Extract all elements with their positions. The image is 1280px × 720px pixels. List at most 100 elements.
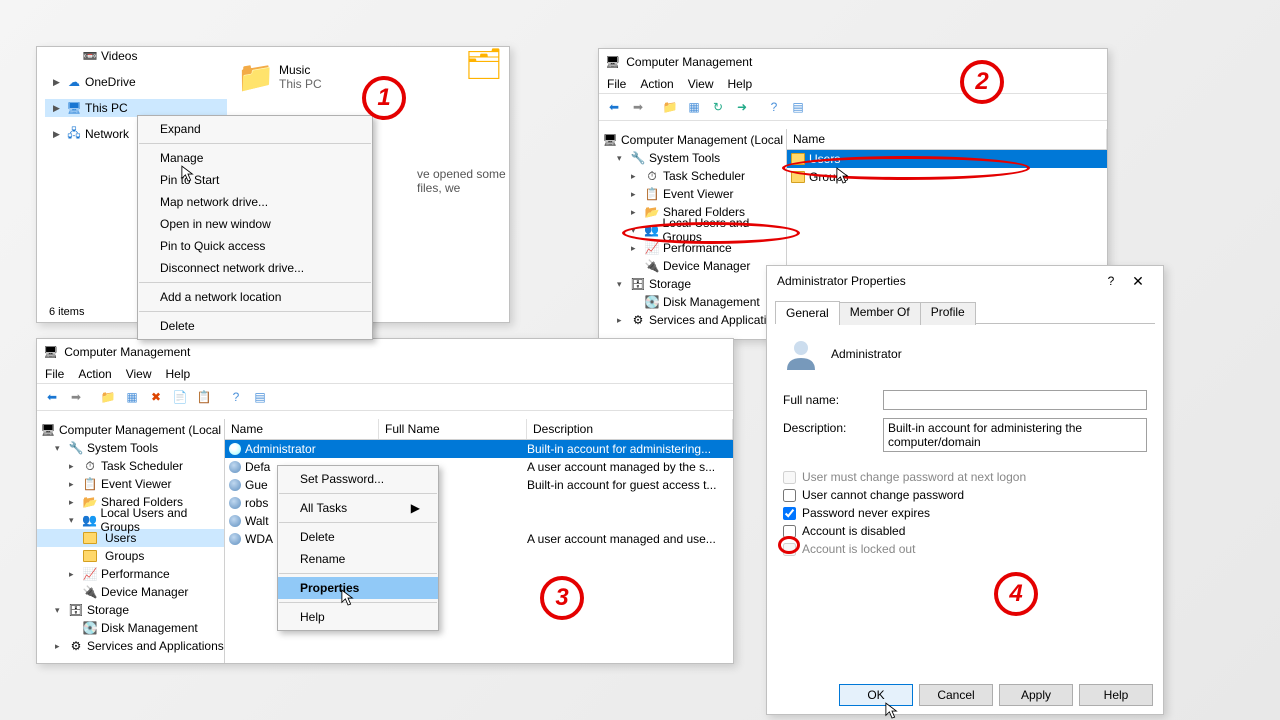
ctx-manage[interactable]: Manage: [138, 147, 372, 169]
menu-action[interactable]: Action: [640, 77, 673, 91]
tree-task-scheduler[interactable]: ▸⏱Task Scheduler: [37, 457, 224, 475]
toolbar-properties[interactable]: 📄: [169, 386, 191, 408]
tree-event-viewer[interactable]: ▸📋Event Viewer: [599, 185, 786, 203]
folder-icon: 🗂: [465, 47, 503, 82]
ctx-add-location[interactable]: Add a network location: [138, 286, 372, 308]
tree-label: This PC: [85, 101, 128, 115]
chk-account-disabled[interactable]: Account is disabled: [783, 524, 1147, 538]
tab-profile[interactable]: Profile: [920, 302, 976, 325]
user-name: Administrator: [831, 347, 902, 361]
tree-local-users[interactable]: ▾👥Local Users and Groups: [599, 221, 786, 239]
fullname-input[interactable]: [883, 390, 1147, 410]
ctx-expand[interactable]: Expand: [138, 118, 372, 140]
ctx-help[interactable]: Help: [278, 606, 438, 628]
tree-item-onedrive[interactable]: ▶ ☁ OneDrive: [45, 73, 227, 91]
status-bar-text: 6 items: [49, 306, 84, 318]
close-icon[interactable]: ✕: [1123, 273, 1153, 290]
tree-local-users[interactable]: ▾👥Local Users and Groups: [37, 511, 224, 529]
toolbar-help[interactable]: ?: [225, 386, 247, 408]
ctx-pin-start[interactable]: Pin to Start: [138, 169, 372, 191]
tree-disk-mgmt[interactable]: 💽Disk Management: [37, 619, 224, 637]
tree-system-tools[interactable]: ▾🔧System Tools: [599, 149, 786, 167]
ctx-map-drive[interactable]: Map network drive...: [138, 191, 372, 213]
toolbar-view-mode[interactable]: ▤: [249, 386, 271, 408]
toolbar-refresh[interactable]: ↻: [707, 96, 729, 118]
list-row-groups[interactable]: Groups: [787, 168, 1107, 186]
toolbar-refresh[interactable]: 📋: [193, 386, 215, 408]
chk-cannot-change[interactable]: User cannot change password: [783, 488, 1147, 502]
tree-performance[interactable]: ▸📈Performance: [37, 565, 224, 583]
toolbar-show-hide[interactable]: ▦: [683, 96, 705, 118]
toolbar-help[interactable]: ?: [763, 96, 785, 118]
tree-services-apps[interactable]: ▸⚙Services and Applications: [37, 637, 224, 655]
toolbar-up[interactable]: 📁: [97, 386, 119, 408]
tree-label: Services and Applications: [87, 639, 224, 653]
menu-separator: [139, 143, 371, 144]
ctx-set-password[interactable]: Set Password...: [278, 468, 438, 490]
menu-action[interactable]: Action: [78, 367, 111, 381]
toolbar-back[interactable]: ⬅: [41, 386, 63, 408]
ctx-rename[interactable]: Rename: [278, 548, 438, 570]
ctx-disconnect[interactable]: Disconnect network drive...: [138, 257, 372, 279]
menu-separator: [139, 311, 371, 312]
tree-storage[interactable]: ▾🗄Storage: [37, 601, 224, 619]
ctx-all-tasks[interactable]: All Tasks▶: [278, 497, 438, 519]
col-name[interactable]: Name: [225, 419, 379, 439]
tree-disk-mgmt[interactable]: 💽Disk Management: [599, 293, 786, 311]
ok-button[interactable]: OK: [839, 684, 913, 706]
ctx-open-new[interactable]: Open in new window: [138, 213, 372, 235]
tree-task-scheduler[interactable]: ▸⏱Task Scheduler: [599, 167, 786, 185]
col-description[interactable]: Description: [527, 419, 733, 439]
col-name[interactable]: Name: [787, 129, 1107, 149]
list-cell: Users: [809, 152, 840, 166]
menu-help[interactable]: Help: [728, 77, 753, 91]
menu-help[interactable]: Help: [166, 367, 191, 381]
list-row-administrator[interactable]: Administrator Built-in account for admin…: [225, 440, 733, 458]
menu-file[interactable]: File: [607, 77, 626, 91]
tree-root[interactable]: 🖥Computer Management (Local: [599, 131, 786, 149]
toolbar-show-hide[interactable]: ▦: [121, 386, 143, 408]
col-fullname[interactable]: Full Name: [379, 419, 527, 439]
tree-storage[interactable]: ▾🗄Storage: [599, 275, 786, 293]
ctx-delete[interactable]: Delete: [278, 526, 438, 548]
list-row-users[interactable]: Users: [787, 150, 1107, 168]
toolbar-view-mode[interactable]: ▤: [787, 96, 809, 118]
tree-groups[interactable]: Groups: [37, 547, 224, 565]
chevron-right-icon: ▶: [53, 103, 63, 114]
checkbox[interactable]: [783, 525, 796, 538]
menu-view[interactable]: View: [688, 77, 714, 91]
tile-generic[interactable]: 🗂: [465, 47, 503, 107]
tree-device-manager[interactable]: 🔌Device Manager: [37, 583, 224, 601]
tree-device-manager[interactable]: 🔌Device Manager: [599, 257, 786, 275]
ctx-properties[interactable]: Properties: [278, 577, 438, 599]
tree-event-viewer[interactable]: ▸📋Event Viewer: [37, 475, 224, 493]
menu-file[interactable]: File: [45, 367, 64, 381]
help-button[interactable]: Help: [1079, 684, 1153, 706]
tile-music[interactable]: 📁 Music This PC: [237, 47, 322, 107]
toolbar-back[interactable]: ⬅: [603, 96, 625, 118]
apply-button[interactable]: Apply: [999, 684, 1073, 706]
tree-services-apps[interactable]: ▸⚙Services and Applications: [599, 311, 786, 329]
tree-label: Local Users and Groups: [101, 506, 224, 534]
toolbar-forward[interactable]: ➡: [65, 386, 87, 408]
toolbar-delete[interactable]: ✖: [145, 386, 167, 408]
checkbox[interactable]: [783, 507, 796, 520]
tab-general[interactable]: General: [775, 301, 840, 324]
chevron-right-icon: ▸: [55, 641, 65, 652]
ctx-pin-quick[interactable]: Pin to Quick access: [138, 235, 372, 257]
toolbar-up[interactable]: 📁: [659, 96, 681, 118]
tree-root[interactable]: 🖥Computer Management (Local: [37, 421, 224, 439]
toolbar-forward[interactable]: ➡: [627, 96, 649, 118]
tree-item-videos[interactable]: 📼 Videos: [45, 47, 227, 65]
description-input[interactable]: Built-in account for administering the c…: [883, 418, 1147, 452]
checkbox[interactable]: [783, 489, 796, 502]
toolbar-export[interactable]: ➜: [731, 96, 753, 118]
cancel-button[interactable]: Cancel: [919, 684, 993, 706]
chk-never-expires[interactable]: Password never expires: [783, 506, 1147, 520]
tree-system-tools[interactable]: ▾🔧System Tools: [37, 439, 224, 457]
tab-member-of[interactable]: Member Of: [839, 302, 921, 325]
ctx-delete[interactable]: Delete: [138, 315, 372, 337]
checkbox: [783, 543, 796, 556]
menu-view[interactable]: View: [126, 367, 152, 381]
help-icon[interactable]: ?: [1099, 274, 1123, 288]
